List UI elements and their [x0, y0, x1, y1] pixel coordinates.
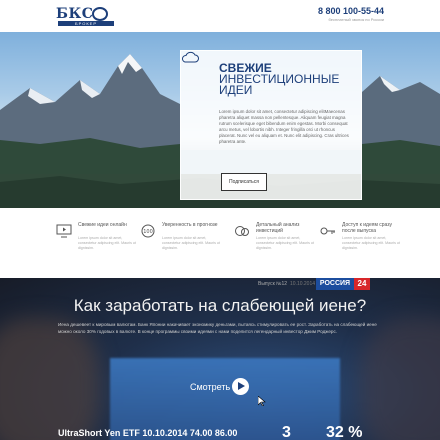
ticker-value: 3 [282, 424, 291, 440]
tv-icon [56, 224, 72, 238]
phone-number[interactable]: 8 800 100-55-44 [318, 6, 384, 16]
channel-number: 24 [354, 278, 370, 290]
video-title: Как заработать на слабеющей иене? [73, 296, 367, 315]
issue-number: Выпуск №12 [258, 281, 288, 287]
svg-text:100: 100 [143, 229, 153, 235]
hero-banner: Свежие инвестиционные идеи Lorem ipsum d… [0, 32, 440, 208]
feature-fresh-ideas: Свежие идеи онлайн Lorem ipsum dolor sit… [56, 222, 136, 266]
hero-description: Lorem ipsum dolor sit amet, consectetur … [219, 109, 349, 144]
feature-access: Доступ к идеям сразу после выпуска Lorem… [320, 222, 400, 266]
presenter-right-blur [360, 318, 440, 440]
badge-100-icon: 100 [141, 224, 155, 238]
feature-title: Свежие идеи онлайн [78, 222, 127, 228]
logo-circle-icon [92, 7, 108, 21]
feature-text: Lorem ipsum dolor sit amet, consectetur … [162, 236, 220, 250]
feature-title: Доступ к идеям сразу после выпуска [342, 222, 393, 234]
play-icon[interactable] [232, 378, 249, 395]
hero-title: Свежие инвестиционные идеи [219, 62, 359, 97]
feature-title: Детальный анализ инвестиций [256, 222, 300, 234]
ticker-line: UltraShort Yen ETF 10.10.2014 74.00 86.0… [58, 428, 238, 438]
analysis-icon [235, 226, 249, 236]
issue-date: 10.10.2014 [290, 281, 316, 287]
feature-analysis: Детальный анализ инвестиций Lorem ipsum … [234, 222, 314, 266]
logo-text: БКС [56, 6, 94, 22]
presenter-left-blur [0, 318, 100, 440]
subscribe-button[interactable]: Подписаться [221, 173, 267, 191]
features-row: Свежие идеи онлайн Lorem ipsum dolor sit… [0, 208, 440, 278]
ticker-percent: 32 % [326, 424, 363, 440]
channel-name: РОССИЯ [316, 278, 354, 290]
channel-logo: РОССИЯ 24 [316, 278, 370, 290]
feature-title: Уверенность в прогнозе [162, 222, 218, 228]
hero-title-line3: идеи [219, 83, 253, 97]
video-section[interactable]: Выпуск №12 10.10.2014 РОССИЯ 24 Как зара… [0, 278, 440, 440]
bks-logo[interactable]: БКС БРОКЕР [56, 6, 116, 26]
feature-text: Lorem ipsum dolor sit amet, consectetur … [256, 236, 314, 250]
feature-text: Lorem ipsum dolor sit amet, consectetur … [342, 236, 400, 250]
feature-text: Lorem ipsum dolor sit amet, consectetur … [78, 236, 136, 250]
phone-note: бесплатный звонок по России [328, 17, 385, 22]
hero-card: Свежие инвестиционные идеи Lorem ipsum d… [180, 50, 362, 200]
mouse-cursor-icon [258, 396, 266, 406]
site-header: БКС БРОКЕР 8 800 100-55-44 бесплатный зв… [0, 0, 440, 32]
key-icon [320, 227, 335, 235]
logo-subtitle: БРОКЕР [58, 21, 114, 26]
video-description: Иена дешевеет к мировым валютам. Банк Яп… [58, 322, 377, 334]
watch-label: Смотреть [190, 382, 231, 392]
cloud-icon [181, 51, 199, 63]
feature-confidence: 100 Уверенность в прогнозе Lorem ipsum d… [140, 222, 220, 266]
landing-page: БКС БРОКЕР 8 800 100-55-44 бесплатный зв… [0, 0, 440, 440]
